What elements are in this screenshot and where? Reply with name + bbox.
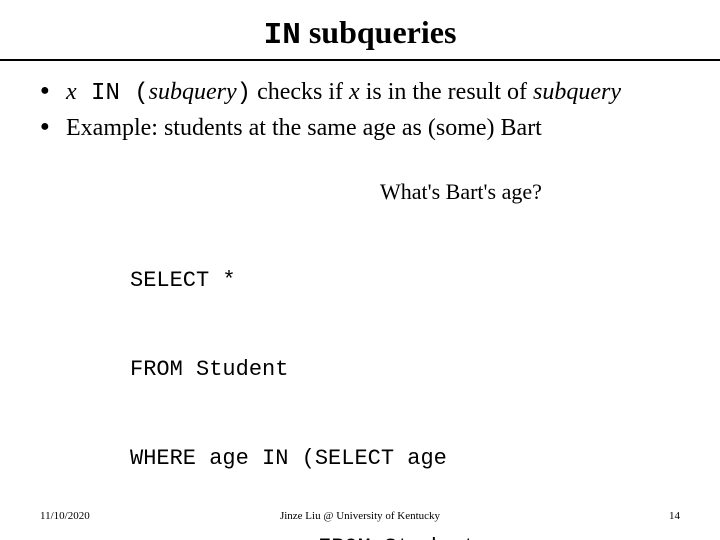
bullet-text: x IN (subquery) checks if x is in the re… (66, 77, 680, 109)
text-result-of: is in the result of (360, 79, 533, 105)
bullet-icon: ● (40, 77, 66, 109)
code-subquery: subquery (149, 79, 237, 105)
footer-attribution: Jinze Liu @ University of Kentucky (0, 510, 720, 522)
code-frag: WHERE age IN ( (130, 446, 315, 471)
code-close-paren: ) (237, 80, 251, 107)
footer-page-number: 14 (669, 510, 680, 522)
code-line: WHERE age IN (SELECT age (130, 444, 680, 474)
bullet-item: ● x IN (subquery) checks if x is in the … (40, 77, 680, 109)
slide-body: ● x IN (subquery) checks if x is in the … (0, 61, 720, 540)
slide-title: IN subqueries (0, 0, 720, 59)
code-line: SELECT * (130, 266, 680, 296)
title-mono: IN (264, 18, 301, 53)
bullet-text: Example: students at the same age as (so… (66, 113, 680, 143)
code-frag: SELECT age (315, 446, 447, 471)
code-frag: FROM Student (318, 533, 476, 540)
code-line: FROM Student (130, 355, 680, 385)
code-in-open: IN ( (77, 80, 149, 107)
slide: IN subqueries ● x IN (subquery) checks i… (0, 0, 720, 540)
text-subquery2: subquery (533, 79, 621, 105)
title-rest: subqueries (301, 14, 457, 50)
footer-date: 11/10/2020 (40, 510, 90, 522)
code-var-x: x (66, 79, 77, 105)
text-x2: x (349, 79, 360, 105)
code-annotation: What's Bart's age? (380, 177, 542, 207)
text-checks-if: checks if (251, 79, 349, 105)
code-block: What's Bart's age? SELECT * FROM Student… (130, 177, 680, 540)
bullet-icon: ● (40, 113, 66, 143)
code-line: FROM Student (130, 533, 680, 540)
bullet-item: ● Example: students at the same age as (… (40, 113, 680, 143)
slide-footer: 11/10/2020 Jinze Liu @ University of Ken… (0, 510, 720, 522)
